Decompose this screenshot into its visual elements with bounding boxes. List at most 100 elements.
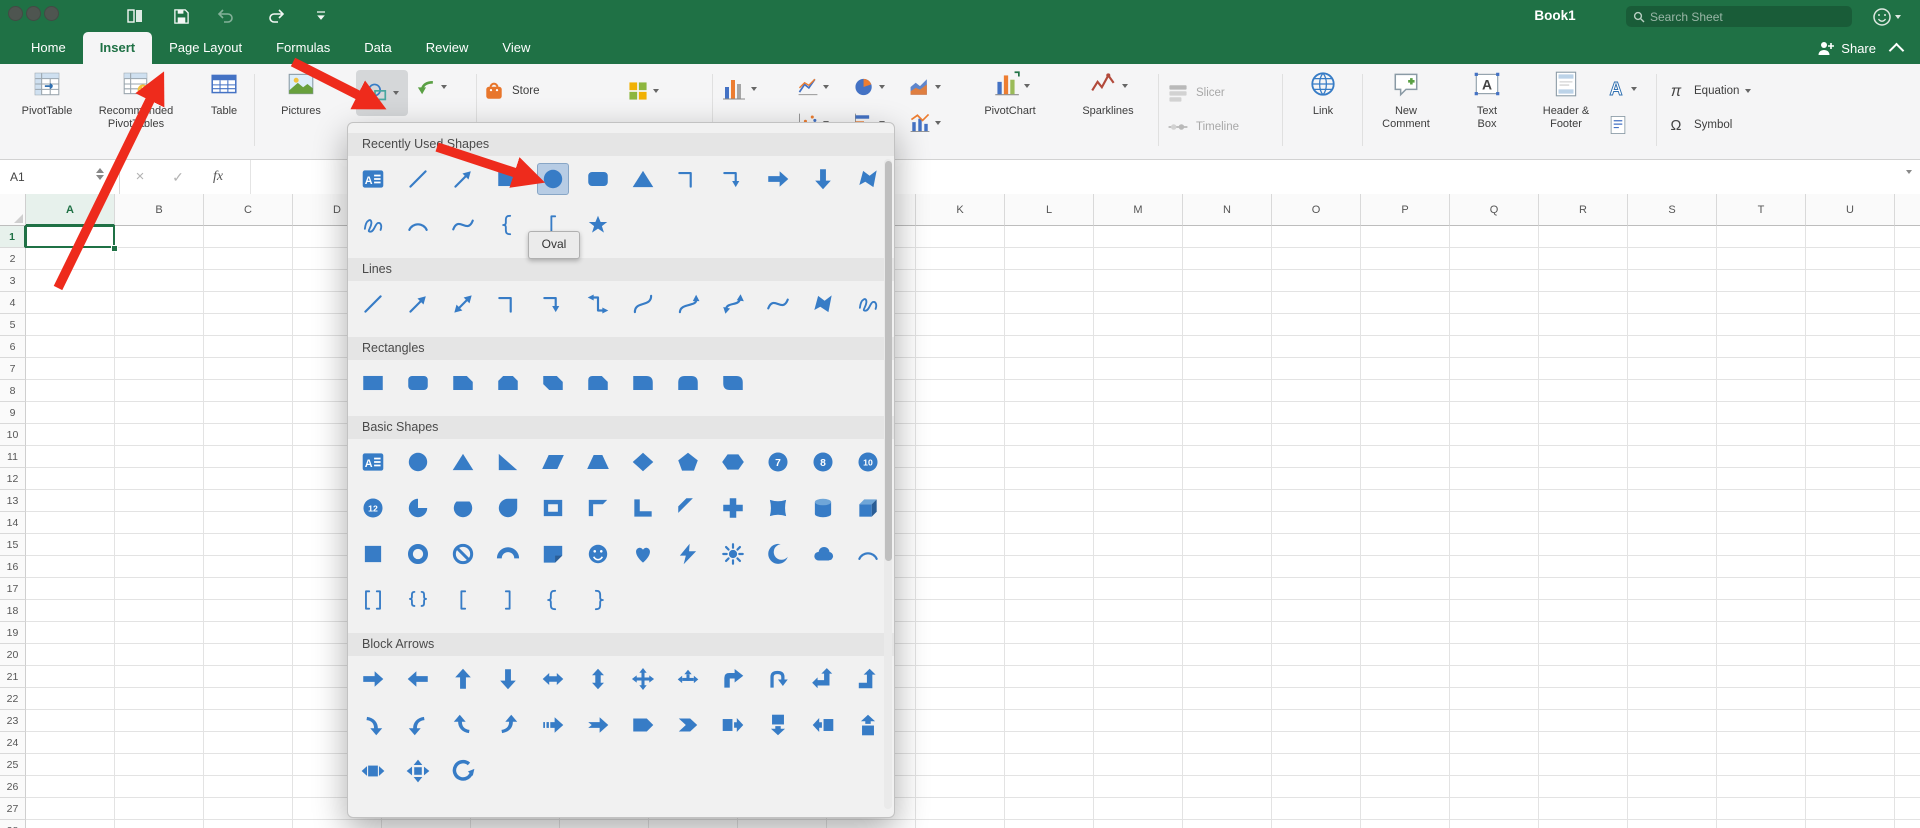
shape-hexagon-icon[interactable] — [717, 446, 749, 478]
shape-curved-up-arrow-icon[interactable] — [447, 709, 479, 741]
row-header-10[interactable]: 10 — [0, 424, 26, 446]
shape-scribble-icon[interactable] — [852, 288, 884, 320]
shape-arc-icon[interactable] — [852, 538, 884, 570]
formula-bar-expand-chevron-icon[interactable] — [1906, 170, 1912, 188]
shape-parallelogram-icon[interactable] — [537, 446, 569, 478]
row-header-18[interactable]: 18 — [0, 600, 26, 622]
shapes-button[interactable] — [356, 70, 408, 116]
sparklines-button[interactable]: Sparklines — [1064, 67, 1152, 118]
shape-can-icon[interactable] — [807, 492, 839, 524]
shape-plaque-icon[interactable] — [762, 492, 794, 524]
shape-elbow-double-arrow-icon[interactable] — [582, 288, 614, 320]
shape-chevron-arrow-icon[interactable] — [672, 709, 704, 741]
shape-block-arrow-up-icon[interactable] — [447, 663, 479, 695]
row-header-26[interactable]: 26 — [0, 776, 26, 798]
column-header-U[interactable]: U — [1806, 194, 1895, 226]
column-header-O[interactable]: O — [1272, 194, 1361, 226]
shape-elbow-arrow-connector-icon[interactable] — [537, 288, 569, 320]
shape-curved-right-arrow-icon[interactable] — [357, 709, 389, 741]
shape-rectangle-icon[interactable] — [357, 367, 389, 399]
shape-cloud-icon[interactable] — [807, 538, 839, 570]
shape-text-box-icon[interactable]: A — [357, 446, 389, 478]
row-header-17[interactable]: 17 — [0, 578, 26, 600]
shape-notched-right-arrow-icon[interactable] — [582, 709, 614, 741]
shape-curve-icon[interactable] — [447, 209, 479, 241]
insert-combo-chart-button[interactable] — [908, 106, 962, 140]
shape-sun-icon[interactable] — [717, 538, 749, 570]
tab-data[interactable]: Data — [347, 32, 408, 64]
shape-circular-arrow-icon[interactable] — [447, 755, 479, 787]
row-header-20[interactable]: 20 — [0, 644, 26, 666]
shape-double-bracket-icon[interactable] — [357, 584, 389, 616]
shape-left-right-arrow-callout-icon[interactable] — [357, 755, 389, 787]
row-header-9[interactable]: 9 — [0, 402, 26, 424]
close-window-button[interactable] — [8, 6, 23, 21]
minimize-window-button[interactable] — [26, 6, 41, 21]
tab-view[interactable]: View — [485, 32, 547, 64]
zoom-window-button[interactable] — [44, 6, 59, 21]
recommended-pivottables-button[interactable]: Recommended PivotTables — [90, 67, 182, 130]
shape-square-icon[interactable] — [357, 538, 389, 570]
shape-up-arrow-callout-icon[interactable] — [852, 709, 884, 741]
shape-arrow-icon[interactable] — [447, 163, 479, 195]
shape-star-icon[interactable] — [582, 209, 614, 241]
shape-decagon-10-icon[interactable]: 10 — [852, 446, 884, 478]
shape-block-arc-icon[interactable] — [492, 538, 524, 570]
row-header-16[interactable]: 16 — [0, 556, 26, 578]
shape-pentagon-icon[interactable] — [672, 446, 704, 478]
row-header-1[interactable]: 1 — [0, 226, 26, 248]
tab-home[interactable]: Home — [14, 32, 83, 64]
shape-teardrop-icon[interactable] — [492, 492, 524, 524]
menu-scrollbar[interactable] — [884, 159, 892, 809]
shape-lightning-bolt-icon[interactable] — [672, 538, 704, 570]
shape-cross-icon[interactable] — [717, 492, 749, 524]
shape-isosceles-triangle-icon[interactable] — [447, 446, 479, 478]
slicer-button[interactable]: Slicer — [1166, 78, 1284, 108]
shape-elbow-connector-icon[interactable] — [492, 288, 524, 320]
shape-right-brace-icon[interactable] — [582, 584, 614, 616]
insert-pie-chart-button[interactable] — [852, 70, 906, 104]
shape-elbow-connector-icon[interactable] — [672, 163, 704, 195]
confirm-entry-icon[interactable]: ✓ — [164, 160, 192, 194]
shape-u-turn-arrow-icon[interactable] — [762, 663, 794, 695]
cancel-entry-icon[interactable]: × — [126, 160, 154, 194]
shape-bent-arrow-icon[interactable] — [717, 663, 749, 695]
shape-frame-icon[interactable] — [537, 492, 569, 524]
shape-folded-corner-icon[interactable] — [537, 538, 569, 570]
spreadsheet-grid[interactable] — [26, 226, 1920, 828]
insert-function-icon[interactable]: fx — [204, 160, 232, 194]
shape-cube-icon[interactable] — [852, 492, 884, 524]
row-header-7[interactable]: 7 — [0, 358, 26, 380]
row-header-3[interactable]: 3 — [0, 270, 26, 292]
shape-left-brace-icon[interactable] — [537, 584, 569, 616]
link-button[interactable]: Link — [1286, 67, 1360, 118]
shape-half-frame-icon[interactable] — [582, 492, 614, 524]
shape-snip-and-round-single-corner-icon[interactable] — [582, 367, 614, 399]
shape-round-same-side-corner-icon[interactable] — [672, 367, 704, 399]
header-footer-button[interactable]: Header & Footer — [1524, 67, 1608, 130]
column-header-S[interactable]: S — [1628, 194, 1717, 226]
recommended-charts-button[interactable] — [720, 72, 786, 106]
shape-bent-up-arrow-icon[interactable] — [852, 663, 884, 695]
shape-text-box-icon[interactable]: A — [357, 163, 389, 195]
add-ins-button[interactable] — [626, 74, 684, 108]
shape-octagon-8-icon[interactable]: 8 — [807, 446, 839, 478]
shape-chord-icon[interactable] — [447, 492, 479, 524]
row-header-25[interactable]: 25 — [0, 754, 26, 776]
object-button[interactable] — [1606, 108, 1654, 142]
fill-handle[interactable] — [111, 245, 118, 252]
shape-block-arrow-down-icon[interactable] — [492, 663, 524, 695]
pictures-button[interactable]: Pictures — [262, 67, 340, 118]
shape-block-arrow-right-icon[interactable] — [762, 163, 794, 195]
shape-quad-arrow-callout-icon[interactable] — [402, 755, 434, 787]
collapse-ribbon-chevron-icon[interactable] — [1888, 42, 1905, 59]
insert-area-chart-button[interactable] — [908, 70, 962, 104]
column-header-A[interactable]: A — [26, 194, 115, 226]
equation-button[interactable]: π Equation — [1664, 76, 1798, 106]
shape-left-up-arrow-icon[interactable] — [807, 663, 839, 695]
store-button[interactable]: Store — [482, 76, 586, 106]
shape-curved-down-arrow-icon[interactable] — [492, 709, 524, 741]
row-header-8[interactable]: 8 — [0, 380, 26, 402]
tab-insert[interactable]: Insert — [82, 32, 153, 64]
shape-block-arrow-up-down-icon[interactable] — [582, 663, 614, 695]
